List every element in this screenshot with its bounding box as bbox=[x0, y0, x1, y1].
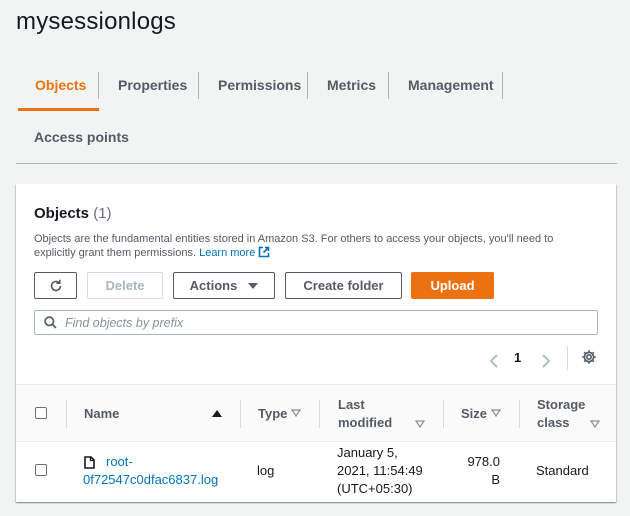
external-link-icon[interactable] bbox=[258, 246, 270, 258]
size-line2: B bbox=[491, 472, 500, 487]
tab-divider bbox=[388, 72, 389, 99]
last-modified-line3: (UTC+05:30) bbox=[337, 481, 413, 496]
search-input[interactable] bbox=[65, 313, 585, 332]
size-header-label: Size bbox=[461, 406, 488, 421]
previous-page-icon[interactable] bbox=[488, 351, 500, 371]
last-modified-header-line2: modified bbox=[338, 415, 393, 430]
active-tab-indicator bbox=[18, 108, 99, 111]
column-divider bbox=[240, 400, 241, 428]
tab-permissions[interactable]: Permissions bbox=[218, 77, 301, 93]
object-storage-class: Standard bbox=[536, 463, 589, 478]
type-header-label: Type bbox=[258, 406, 288, 421]
file-icon bbox=[84, 456, 95, 469]
sort-filter-icon bbox=[490, 409, 501, 417]
refresh-icon bbox=[50, 279, 61, 291]
description-text: Objects are the fundamental entities sto… bbox=[34, 233, 554, 259]
panel-description: Objects are the fundamental entities sto… bbox=[34, 233, 574, 260]
tab-access-points[interactable]: Access points bbox=[34, 129, 129, 145]
column-header-name[interactable]: Name bbox=[84, 405, 119, 423]
object-name-link-line2[interactable]: 0f72547c0dfac6837.log bbox=[83, 471, 218, 489]
objects-panel: Objects (1) Objects are the fundamental … bbox=[16, 184, 616, 502]
sort-filter-icon[interactable] bbox=[590, 420, 600, 428]
actions-button[interactable]: Actions bbox=[173, 272, 275, 299]
object-count: (1) bbox=[93, 205, 112, 222]
next-page-icon[interactable] bbox=[540, 351, 552, 371]
tab-bar: Objects Properties Permissions Metrics M… bbox=[16, 66, 617, 164]
search-icon bbox=[44, 316, 57, 329]
object-name-link-line1[interactable]: root- bbox=[106, 453, 133, 471]
column-header-last-modified[interactable]: Last modified bbox=[338, 396, 392, 432]
sort-filter-icon bbox=[291, 409, 302, 417]
tab-management[interactable]: Management bbox=[408, 77, 494, 93]
column-header-type[interactable]: Type bbox=[258, 405, 302, 423]
caret-down-icon bbox=[248, 282, 259, 289]
column-divider bbox=[319, 400, 320, 428]
actions-label: Actions bbox=[189, 278, 238, 293]
last-modified-header-line1: Last bbox=[338, 397, 365, 412]
last-modified-line1: January 5, bbox=[337, 445, 398, 460]
tab-objects[interactable]: Objects bbox=[35, 77, 86, 93]
storage-class-header-line1: Storage bbox=[537, 397, 586, 412]
create-folder-button[interactable]: Create folder bbox=[285, 272, 402, 299]
tab-properties[interactable]: Properties bbox=[118, 77, 187, 93]
upload-button[interactable]: Upload bbox=[411, 272, 494, 299]
object-last-modified: January 5, 2021, 11:54:49 (UTC+05:30) bbox=[337, 444, 423, 498]
object-size: 978.0 B bbox=[464, 453, 500, 489]
panel-title: Objects (1) bbox=[34, 205, 112, 222]
page-title: mysessionlogs bbox=[16, 8, 176, 35]
panel-title-text: Objects bbox=[34, 205, 90, 222]
column-divider bbox=[66, 400, 67, 428]
size-line1: 978.0 bbox=[467, 454, 500, 469]
last-modified-line2: 2021, 11:54:49 bbox=[337, 463, 423, 478]
tab-divider bbox=[198, 72, 199, 99]
pagination-divider bbox=[567, 346, 568, 370]
refresh-button[interactable] bbox=[34, 272, 77, 299]
tab-divider bbox=[307, 72, 308, 99]
column-divider bbox=[519, 400, 520, 428]
sort-filter-icon[interactable] bbox=[415, 420, 425, 428]
tab-divider bbox=[98, 72, 99, 99]
sort-ascending-icon[interactable] bbox=[212, 410, 222, 417]
tab-metrics[interactable]: Metrics bbox=[327, 77, 376, 93]
column-divider bbox=[443, 400, 444, 428]
table-row[interactable]: root- 0f72547c0dfac6837.log log January … bbox=[16, 442, 616, 502]
gear-icon[interactable] bbox=[581, 349, 597, 365]
object-type: log bbox=[257, 463, 275, 478]
select-all-checkbox[interactable] bbox=[35, 407, 47, 419]
column-header-storage-class[interactable]: Storage class bbox=[537, 396, 585, 432]
tab-divider bbox=[502, 72, 503, 99]
current-page[interactable]: 1 bbox=[514, 350, 521, 370]
storage-class-header-line2: class bbox=[537, 415, 570, 430]
learn-more-link[interactable]: Learn more bbox=[199, 247, 255, 259]
row-checkbox[interactable] bbox=[35, 464, 47, 476]
column-header-size[interactable]: Size bbox=[461, 405, 501, 423]
table-header: Name Type Last modified Size Storage cla… bbox=[16, 384, 616, 442]
delete-button[interactable]: Delete bbox=[87, 272, 163, 299]
search-box[interactable] bbox=[34, 310, 598, 335]
